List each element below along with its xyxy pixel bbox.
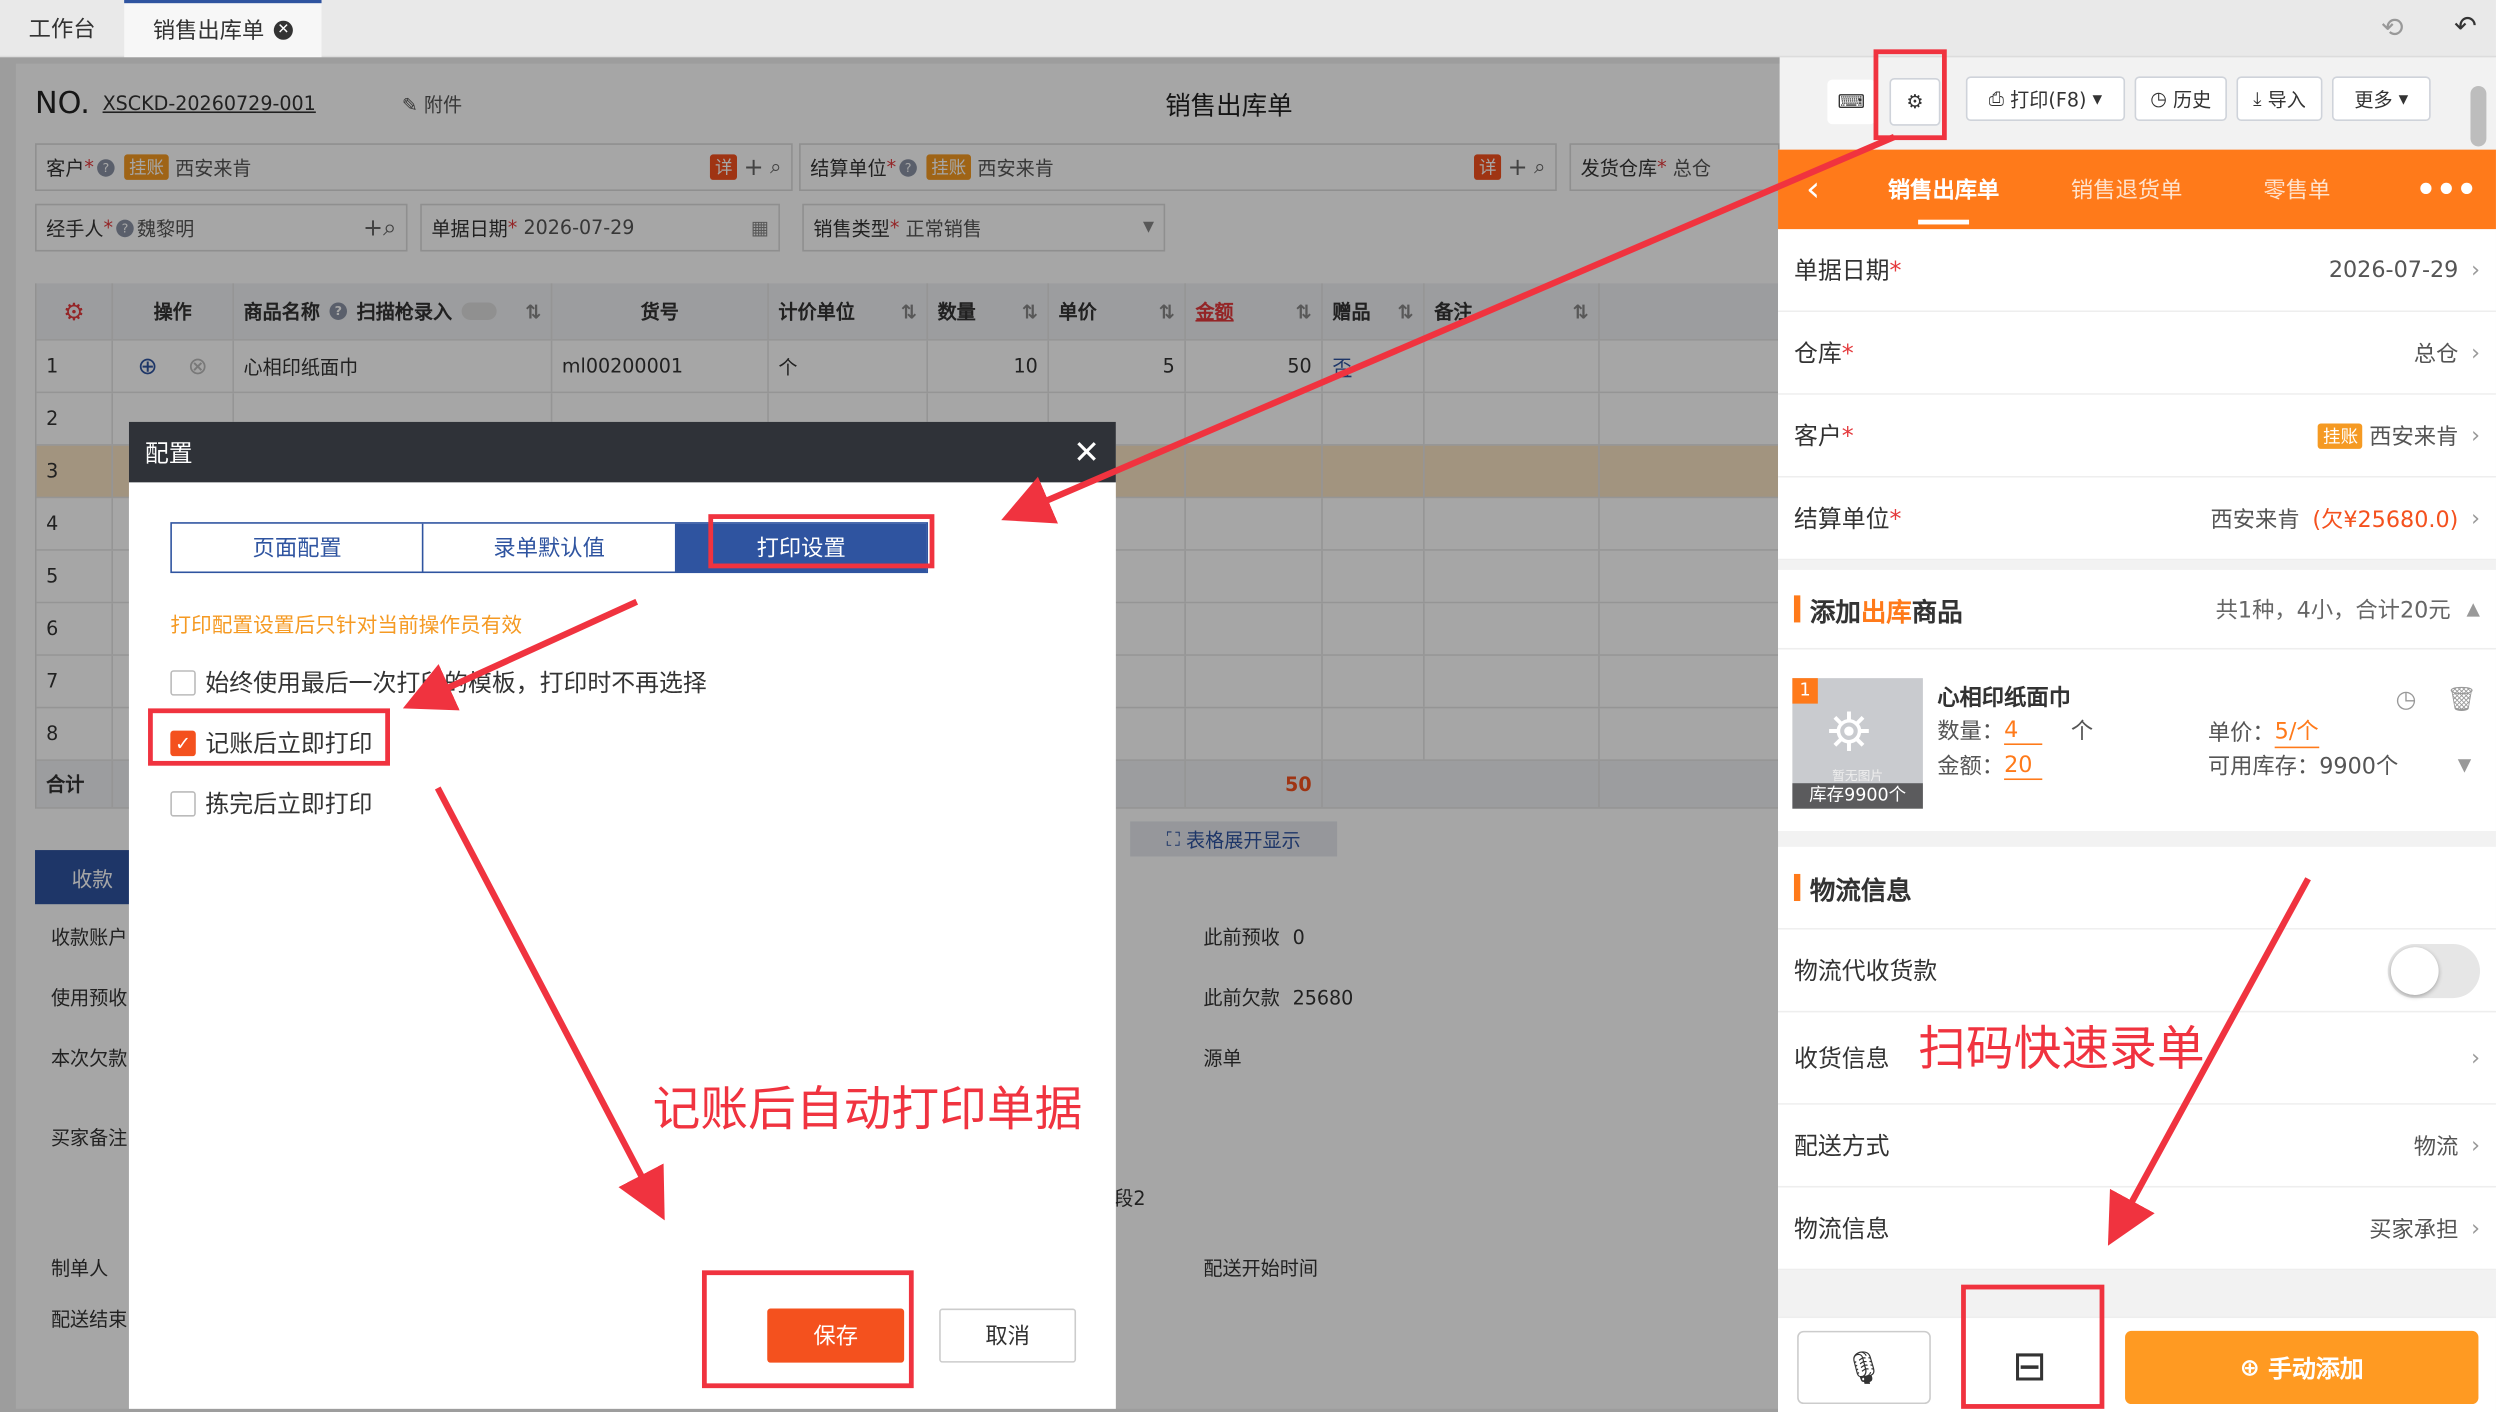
annotation-scan-quick: 扫码快速录单 [1918,1021,2205,1078]
annotation-arrows [402,133,2311,1246]
annotation-auto-print: 记账后自动打印单据 [652,1082,1083,1139]
arrow-gear-to-tab [1001,133,1896,524]
arrow-to-checkbox [402,598,639,711]
arrow-to-save [434,786,665,1221]
